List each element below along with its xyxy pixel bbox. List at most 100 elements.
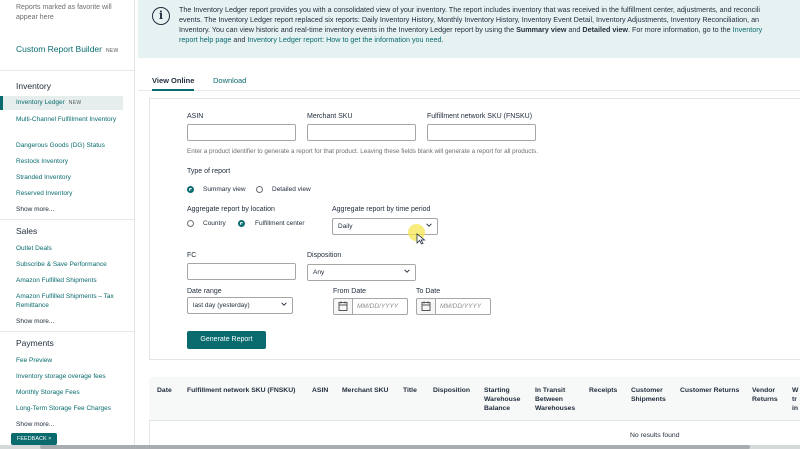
country-radio[interactable] <box>187 220 194 227</box>
banner-line-2: events. The Inventory Ledger report repl… <box>179 15 760 24</box>
column-header-starting-balance[interactable]: Starting Warehouse Balance <box>484 386 526 413</box>
show-more-inventory[interactable]: Show more... <box>16 206 54 213</box>
sidebar-item-monthly-storage-fees[interactable]: Monthly Storage Fees <box>16 388 126 397</box>
detailed-view-label[interactable]: Detailed view <box>272 186 311 193</box>
sidebar-item-stranded-inventory[interactable]: Stranded Inventory <box>16 173 126 182</box>
column-header-warehouse-transfer[interactable]: W tr in <box>792 386 800 413</box>
feedback-button[interactable]: FEEDBACK × <box>11 433 57 445</box>
column-header-date[interactable]: Date <box>157 386 179 395</box>
custom-report-builder-link[interactable]: Custom Report Builder NEW <box>16 44 119 54</box>
chevron-down-icon <box>426 223 432 227</box>
calendar-icon <box>338 301 348 311</box>
to-date-calendar-button[interactable] <box>416 298 436 315</box>
sidebar-item-inventory-ledger[interactable]: Inventory Ledger NEW <box>0 96 123 110</box>
sidebar-item-long-term-storage-fees[interactable]: Long-Term Storage Fee Charges <box>16 404 126 413</box>
banner-text: and <box>231 35 248 44</box>
time-period-value: Daily <box>338 223 353 230</box>
sidebar-item-label[interactable]: Inventory Ledger <box>16 99 65 106</box>
sidebar-item-reserved-inventory[interactable]: Reserved Inventory <box>16 189 126 198</box>
custom-report-builder-label[interactable]: Custom Report Builder <box>16 44 102 54</box>
no-results-message: No results found <box>630 432 680 439</box>
info-banner-text: The Inventory Ledger report provides you… <box>179 5 800 45</box>
tab-download[interactable]: Download <box>213 76 246 85</box>
show-more-payments[interactable]: Show more... <box>16 421 54 428</box>
banner-text: Inventory. You can view historic and rea… <box>179 25 517 34</box>
from-date-label: From Date <box>333 288 367 295</box>
detailed-view-radio[interactable] <box>256 186 263 193</box>
fc-input[interactable] <box>187 263 296 280</box>
summary-view-label[interactable]: Summary view <box>203 186 246 193</box>
from-date-input[interactable]: MM/DD/YYYY <box>353 298 408 315</box>
generate-report-button[interactable]: Generate Report <box>187 331 266 349</box>
column-header-receipts[interactable]: Receipts <box>589 386 619 395</box>
fnsku-label: Fulfillment network SKU (FNSKU) <box>427 113 533 120</box>
banner-line-3: Inventory. You can view historic and rea… <box>179 25 800 35</box>
country-label[interactable]: Country <box>203 220 226 227</box>
sidebar: Reports marked as favorite will appear h… <box>0 0 135 449</box>
mouse-pointer-icon <box>416 233 426 245</box>
fulfillment-center-label[interactable]: Fulfillment center <box>255 220 305 227</box>
identifier-hint: Enter a product identifier to generate a… <box>187 148 539 155</box>
report-type-label: Type of report <box>187 168 231 175</box>
chevron-down-icon <box>404 269 410 273</box>
sidebar-section-sales: Sales <box>16 226 38 236</box>
sidebar-item-subscribe-save[interactable]: Subscribe & Save Performance <box>16 260 126 269</box>
disposition-select[interactable]: Any <box>307 264 416 281</box>
banner-detailed-view: Detailed view <box>582 25 628 34</box>
fulfillment-center-radio[interactable] <box>238 220 245 227</box>
column-header-customer-shipments[interactable]: Customer Shipments <box>631 386 671 404</box>
column-header-customer-returns[interactable]: Customer Returns <box>680 386 742 395</box>
results-table-header <box>149 377 800 421</box>
fnsku-input[interactable] <box>427 124 536 141</box>
sidebar-section-inventory: Inventory <box>16 81 51 91</box>
banner-text: . <box>441 35 444 44</box>
sidebar-item-restock-inventory[interactable]: Restock Inventory <box>16 157 126 166</box>
column-header-title[interactable]: Title <box>403 386 423 395</box>
sidebar-divider <box>0 331 134 332</box>
show-more-sales[interactable]: Show more... <box>16 318 54 325</box>
merchant-sku-label: Merchant SKU <box>307 113 353 120</box>
banner-line-4: report help page and Inventory Ledger re… <box>179 35 800 45</box>
banner-text: . For more information, go to the <box>627 25 733 34</box>
disposition-value: Any <box>313 269 325 276</box>
sidebar-item-afs-tax-remittance[interactable]: Amazon Fulfilled Shipments – Tax Remitta… <box>16 292 126 310</box>
column-header-fnsku[interactable]: Fulfillment network SKU (FNSKU) <box>187 386 303 395</box>
tab-view-online[interactable]: View Online <box>152 76 195 91</box>
column-header-asin[interactable]: ASIN <box>312 386 332 395</box>
sidebar-item-dangerous-goods[interactable]: Dangerous Goods (DG) Status <box>16 141 126 150</box>
asin-label: ASIN <box>187 113 204 120</box>
sidebar-item-fee-preview[interactable]: Fee Preview <box>16 356 126 365</box>
column-header-disposition[interactable]: Disposition <box>433 386 473 395</box>
info-icon: i <box>152 7 170 25</box>
sidebar-item-mcf-inventory[interactable]: Multi-Channel Fulfillment Inventory <box>16 115 126 124</box>
column-header-vendor-returns[interactable]: Vendor Returns <box>752 386 782 404</box>
chevron-down-icon <box>281 302 287 306</box>
sidebar-item-outlet-deals[interactable]: Outlet Deals <box>16 244 126 253</box>
sidebar-item-amazon-fulfilled-shipments[interactable]: Amazon Fulfilled Shipments <box>16 276 126 285</box>
calendar-icon <box>421 301 431 311</box>
to-date-input[interactable]: MM/DD/YYYY <box>436 298 491 315</box>
aggregate-time-label: Aggregate report by time period <box>332 206 431 213</box>
inventory-ledger-page: Reports marked as favorite will appear h… <box>0 0 800 449</box>
sidebar-divider <box>0 70 134 71</box>
date-range-label: Date range <box>187 288 222 295</box>
new-badge: NEW <box>105 48 119 54</box>
merchant-sku-input[interactable] <box>307 124 416 141</box>
summary-view-radio[interactable] <box>187 186 194 193</box>
to-date-label: To Date <box>416 288 441 295</box>
date-range-value: last day (yesterday) <box>193 302 250 309</box>
banner-summary-view: Summary view <box>516 25 567 34</box>
inventory-ledger-howto-link[interactable]: Inventory Ledger report: How to get the … <box>247 35 441 44</box>
aggregate-location-label: Aggregate report by location <box>187 206 275 213</box>
column-header-in-transit[interactable]: In Transit Between Warehouses <box>535 386 577 413</box>
sidebar-section-payments: Payments <box>16 338 54 348</box>
horizontal-scrollbar-thumb[interactable] <box>40 445 750 449</box>
column-header-merchant-sku[interactable]: Merchant SKU <box>342 386 392 395</box>
report-help-page-link[interactable]: report help page <box>179 35 231 44</box>
from-date-calendar-button[interactable] <box>333 298 353 315</box>
inventory-link-start[interactable]: Inventory <box>733 25 763 34</box>
date-range-select[interactable]: last day (yesterday) <box>187 297 293 314</box>
disposition-label: Disposition <box>307 252 342 259</box>
sidebar-item-storage-overage-fees[interactable]: Inventory storage overage fees <box>16 372 126 381</box>
asin-input[interactable] <box>187 124 296 141</box>
